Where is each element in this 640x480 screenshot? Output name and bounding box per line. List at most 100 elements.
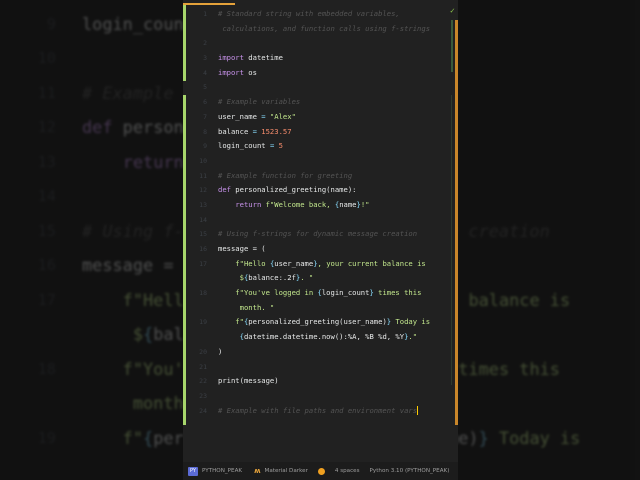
code-token: Today is [391,317,431,327]
status-bar: PY PYTHON_PEAK ʍ Material Darker 4 space… [183,462,458,480]
code-line[interactable]: 1 # Standard string with embedded variabl… [203,7,430,22]
code-line[interactable]: 8 balance = 1523.57 [203,125,430,140]
line-number: 21 [199,362,207,371]
code-line[interactable]: 7 user_name = "Alex" [203,110,430,125]
code-token: . " [300,273,314,283]
code-token: datetime [243,53,283,63]
code-token: return [235,199,262,209]
indent-setting[interactable]: 4 spaces [335,468,360,474]
code-line[interactable]: 22 print(message) [199,374,430,389]
code-token: # Standard string with embedded variable… [218,9,400,18]
text-cursor [417,406,419,416]
line-number: 16 [199,245,207,253]
line-number: 19 [199,318,207,327]
error-stripe [455,20,458,425]
project-name[interactable]: PYTHON_PEAK [202,468,242,474]
line-number: 17 [199,259,207,268]
theme-name[interactable]: Material Darker [265,468,308,474]
code-line[interactable]: 19 f"{personalized_greeting(user_name)} … [199,315,431,330]
scrollbar-thumb[interactable] [451,20,453,72]
code-editor[interactable]: 1 # Standard string with embedded variabl… [183,0,458,480]
line-number: 15 [199,230,207,239]
code-token: , your current balance is [317,258,426,268]
gutter-change-marker [183,5,186,81]
code-line[interactable]: 4 import os [203,66,430,81]
line-number: 24 [199,406,207,415]
code-line[interactable]: 9 login_count = 5 [203,139,430,154]
code-line[interactable]: 11 # Example function for greeting [199,169,430,184]
notification-dot-icon[interactable] [317,467,325,475]
code-line[interactable]: 23 [199,389,430,404]
code-token: month. " [218,302,275,312]
code-line[interactable]: 16 message = ( [199,242,430,257]
active-tab-indicator [183,3,235,5]
code-token: f"Welcome back, [261,199,335,209]
code-token: user_name [218,111,262,121]
code-line[interactable]: 15 # Using f-strings for dynamic message … [199,227,430,242]
code-token: message = ( [218,244,266,253]
code-line[interactable]: 10 [199,154,430,169]
line-number: 6 [203,98,207,107]
python-icon: PY [188,466,198,476]
code-line[interactable]: 24 # Example with file paths and environm… [199,404,430,419]
code-token: f"Hello [218,258,270,268]
line-number: 18 [199,289,207,298]
code-line[interactable]: 21 [199,360,430,375]
code-line[interactable]: calculations, and function calls using f… [218,22,430,37]
line-number: 8 [203,127,207,136]
line-number: 12 [199,186,207,195]
line-number: 22 [199,377,207,386]
interpreter-setting[interactable]: Python 3.10 (PYTHON_PEAK) [370,468,450,474]
code-token: os [243,67,257,77]
code-token: # Example with file paths and environmen… [218,405,418,415]
code-token: $ [218,273,244,283]
code-token: 1523.57 [256,126,292,136]
check-icon: ✓ [450,6,455,15]
code-line[interactable]: 12 def personalized_greeting(name): [199,183,430,198]
line-number: 5 [203,83,207,92]
line-number: 10 [199,156,207,165]
code-token: balance:.2f [248,273,296,283]
line-number: 7 [203,112,207,121]
code-token: !" [360,199,370,209]
line-number: 4 [203,68,207,77]
code-token: balance [218,126,253,136]
line-number: 13 [199,200,207,209]
gutter-change-marker [183,95,186,425]
line-number: 20 [199,347,207,356]
code-line[interactable]: 2 [203,36,430,51]
code-token: personalized_greeting(user_name) [248,317,387,327]
code-token: user_name [274,258,314,268]
code-token: datetime.datetime.now():%A, %B %d, %Y [243,332,405,342]
code-line[interactable]: 17 f"Hello {user_name}, your current bal… [199,257,430,272]
code-token: personalized_greeting(name): [230,185,357,195]
code-token: f"You've logged in [218,288,318,298]
code-token: import [218,67,244,77]
code-token: ." [408,332,418,342]
code-area[interactable]: 1 # Standard string with embedded variabl… [199,7,431,419]
line-number: 14 [199,215,207,224]
code-line[interactable]: 18 f"You've logged in {login_count} time… [199,286,430,301]
scrollbar-track[interactable] [451,95,452,385]
theme-icon: ʍ [254,467,261,475]
code-token: f" [218,317,244,327]
code-token: "Alex" [265,111,296,121]
code-line[interactable]: 5 [203,80,430,95]
code-token: times this [373,288,422,298]
line-number: 23 [199,391,207,400]
code-token: login_count [321,288,370,298]
code-line[interactable]: 20) [199,345,430,360]
code-token: # Example variables [218,97,301,107]
code-token: import [218,53,244,63]
line-number: 3 [203,54,207,63]
code-line[interactable]: 14 [199,213,430,228]
code-line[interactable]: month. " [218,301,430,316]
code-line[interactable]: {datetime.datetime.now():%A, %B %d, %Y}.… [218,330,430,345]
code-line[interactable]: 3 import datetime [203,51,430,66]
code-line[interactable]: ${balance:.2f}. " [218,271,430,286]
code-line[interactable]: 13 return f"Welcome back, {name}!" [199,198,430,213]
code-line[interactable]: 6 # Example variables [203,95,430,110]
code-token: ) [218,346,223,356]
